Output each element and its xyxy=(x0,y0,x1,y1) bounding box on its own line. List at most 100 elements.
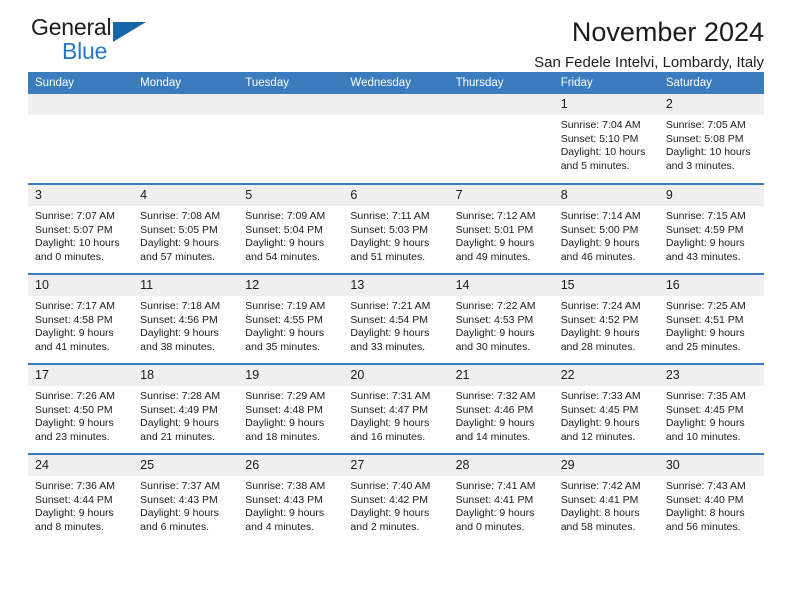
day-details: Sunrise: 7:36 AM Sunset: 4:44 PM Daylight:… xyxy=(28,476,133,534)
calendar-day-cell[interactable]: 14 Sunrise: 7:22 AM Sunset: 4:53 PM Dayligh… xyxy=(448,273,554,364)
logo-secondary-text: Blue xyxy=(62,38,108,64)
calendar-day-cell[interactable]: 20 Sunrise: 7:31 AM Sunset: 4:47 PM Dayligh… xyxy=(343,363,449,454)
sunset-text: Sunset: 4:41 PM xyxy=(560,493,639,506)
calendar-day-cell[interactable]: 19 Sunrise: 7:29 AM Sunset: 4:48 PM Dayligh… xyxy=(238,363,344,454)
sunrise-text: Sunrise: 7:38 AM xyxy=(245,480,326,492)
day-details: Sunrise: 7:24 AM Sunset: 4:52 PM Daylight:… xyxy=(554,296,659,354)
sunset-text: Sunset: 4:47 PM xyxy=(350,403,429,416)
sunrise-text: Sunrise: 7:25 AM xyxy=(665,300,746,312)
sunset-text: Sunset: 4:51 PM xyxy=(665,313,744,326)
daylight-text: Daylight: 9 hours and 21 minutes. xyxy=(140,417,219,443)
calendar-day-cell[interactable]: 7 Sunrise: 7:12 AM Sunset: 5:01 PM Daylight… xyxy=(448,183,554,274)
calendar-day-cell[interactable]: 23 Sunrise: 7:35 AM Sunset: 4:45 PM Dayligh… xyxy=(658,363,764,454)
day-details: Sunrise: 7:19 AM Sunset: 4:55 PM Daylight:… xyxy=(238,296,343,354)
calendar-cell-empty xyxy=(238,94,344,184)
day-number: 6 xyxy=(343,185,449,206)
sunrise-text: Sunrise: 7:24 AM xyxy=(560,300,641,312)
day-number: 27 xyxy=(343,455,449,476)
calendar-week-row: 3 Sunrise: 7:07 AM Sunset: 5:07 PM Daylight… xyxy=(28,183,764,274)
daylight-text: Daylight: 9 hours and 4 minutes. xyxy=(245,507,325,533)
daylight-text: Daylight: 9 hours and 43 minutes. xyxy=(665,237,745,263)
calendar-day-cell[interactable]: 15 Sunrise: 7:24 AM Sunset: 4:52 PM Dayligh… xyxy=(553,273,659,364)
calendar-day-cell[interactable]: 22 Sunrise: 7:33 AM Sunset: 4:45 PM Dayligh… xyxy=(553,363,659,454)
day-details: Sunrise: 7:17 AM Sunset: 4:58 PM Daylight:… xyxy=(28,296,133,354)
calendar-day-cell[interactable]: 2 Sunrise: 7:05 AM Sunset: 5:08 PM Daylight… xyxy=(658,94,764,184)
sunrise-text: Sunrise: 7:21 AM xyxy=(350,300,431,312)
day-details: Sunrise: 7:32 AM Sunset: 4:46 PM Daylight:… xyxy=(449,386,554,444)
day-number: 5 xyxy=(238,185,344,206)
day-details: Sunrise: 7:12 AM Sunset: 5:01 PM Daylight:… xyxy=(449,206,554,264)
calendar-day-cell[interactable]: 29 Sunrise: 7:42 AM Sunset: 4:41 PM Dayligh… xyxy=(553,453,659,544)
calendar-day-cell[interactable]: 5 Sunrise: 7:09 AM Sunset: 5:04 PM Daylight… xyxy=(238,183,344,274)
day-number: 14 xyxy=(448,275,554,296)
triangle-icon xyxy=(113,22,146,42)
daylight-text: Daylight: 9 hours and 57 minutes. xyxy=(140,237,219,263)
sunrise-text: Sunrise: 7:07 AM xyxy=(35,210,115,222)
calendar-day-cell[interactable]: 18 Sunrise: 7:28 AM Sunset: 4:49 PM Dayligh… xyxy=(133,363,239,454)
daylight-text: Daylight: 8 hours and 56 minutes. xyxy=(665,507,745,533)
day-details: Sunrise: 7:38 AM Sunset: 4:43 PM Daylight:… xyxy=(238,476,343,534)
calendar-day-cell[interactable]: 17 Sunrise: 7:26 AM Sunset: 4:50 PM Dayligh… xyxy=(28,363,134,454)
daylight-text: Daylight: 9 hours and 10 minutes. xyxy=(665,417,745,443)
day-number: 24 xyxy=(28,455,134,476)
calendar-day-cell[interactable]: 12 Sunrise: 7:19 AM Sunset: 4:55 PM Dayligh… xyxy=(238,273,344,364)
calendar-cell-empty xyxy=(133,94,239,184)
sunset-text: Sunset: 4:58 PM xyxy=(35,313,113,326)
calendar-day-cell[interactable]: 4 Sunrise: 7:08 AM Sunset: 5:05 PM Daylight… xyxy=(133,183,239,274)
calendar-day-cell[interactable]: 16 Sunrise: 7:25 AM Sunset: 4:51 PM Dayligh… xyxy=(658,273,764,364)
calendar-day-cell[interactable]: 10 Sunrise: 7:17 AM Sunset: 4:58 PM Dayligh… xyxy=(28,273,134,364)
page-header: General Blue November 2024 San Fedele In… xyxy=(28,0,764,72)
daylight-text: Daylight: 9 hours and 14 minutes. xyxy=(455,417,535,443)
sunrise-text: Sunrise: 7:35 AM xyxy=(665,390,746,402)
calendar-day-cell[interactable]: 8 Sunrise: 7:14 AM Sunset: 5:00 PM Daylight… xyxy=(553,183,659,274)
sunrise-text: Sunrise: 7:12 AM xyxy=(455,210,536,222)
daylight-text: Daylight: 9 hours and 41 minutes. xyxy=(35,327,114,353)
calendar-day-cell[interactable]: 27 Sunrise: 7:40 AM Sunset: 4:42 PM Dayligh… xyxy=(343,453,449,544)
calendar-cell-empty xyxy=(28,94,134,184)
sunrise-text: Sunrise: 7:04 AM xyxy=(560,119,641,131)
calendar-day-cell[interactable]: 30 Sunrise: 7:43 AM Sunset: 4:40 PM Dayligh… xyxy=(658,453,764,544)
day-number: 11 xyxy=(133,275,239,296)
calendar-day-cell[interactable]: 1 Sunrise: 7:04 AM Sunset: 5:10 PM Daylight… xyxy=(553,94,659,184)
day-details: Sunrise: 7:04 AM Sunset: 5:10 PM Daylight:… xyxy=(554,115,659,173)
sunset-text: Sunset: 4:54 PM xyxy=(350,313,429,326)
day-details: Sunrise: 7:18 AM Sunset: 4:56 PM Daylight:… xyxy=(133,296,238,354)
sunset-text: Sunset: 4:45 PM xyxy=(560,403,639,416)
calendar-day-cell[interactable]: 3 Sunrise: 7:07 AM Sunset: 5:07 PM Daylight… xyxy=(28,183,134,274)
calendar-day-cell[interactable]: 21 Sunrise: 7:32 AM Sunset: 4:46 PM Dayligh… xyxy=(448,363,554,454)
calendar-day-cell[interactable]: 26 Sunrise: 7:38 AM Sunset: 4:43 PM Dayligh… xyxy=(238,453,344,544)
day-number: 10 xyxy=(28,275,134,296)
sunrise-text: Sunrise: 7:11 AM xyxy=(350,210,430,222)
calendar-day-cell[interactable]: 25 Sunrise: 7:37 AM Sunset: 4:43 PM Dayligh… xyxy=(133,453,239,544)
day-details: Sunrise: 7:29 AM Sunset: 4:48 PM Daylight:… xyxy=(238,386,343,444)
day-number: 29 xyxy=(553,455,659,476)
sunrise-text: Sunrise: 7:22 AM xyxy=(455,300,536,312)
calendar-table: Sunday Monday Tuesday Wednesday Thursday… xyxy=(28,72,764,544)
calendar-day-cell[interactable]: 24 Sunrise: 7:36 AM Sunset: 4:44 PM Dayligh… xyxy=(28,453,134,544)
day-number: 18 xyxy=(133,365,239,386)
sunset-text: Sunset: 4:49 PM xyxy=(140,403,218,416)
daylight-text: Daylight: 9 hours and 2 minutes. xyxy=(350,507,430,533)
daylight-text: Daylight: 10 hours and 3 minutes. xyxy=(665,146,751,172)
calendar-day-cell[interactable]: 6 Sunrise: 7:11 AM Sunset: 5:03 PM Daylight… xyxy=(343,183,449,274)
calendar-day-cell[interactable]: 11 Sunrise: 7:18 AM Sunset: 4:56 PM Dayligh… xyxy=(133,273,239,364)
calendar-day-cell[interactable]: 13 Sunrise: 7:21 AM Sunset: 4:54 PM Dayligh… xyxy=(343,273,449,364)
sunset-text: Sunset: 4:40 PM xyxy=(665,493,744,506)
day-details: Sunrise: 7:22 AM Sunset: 4:53 PM Daylight:… xyxy=(449,296,554,354)
sunrise-text: Sunrise: 7:09 AM xyxy=(245,210,326,222)
sunset-text: Sunset: 4:46 PM xyxy=(455,403,534,416)
day-number: 25 xyxy=(133,455,239,476)
daylight-text: Daylight: 9 hours and 38 minutes. xyxy=(140,327,219,353)
calendar-body: 1 Sunrise: 7:04 AM Sunset: 5:10 PM Daylight… xyxy=(28,94,764,544)
daylight-text: Daylight: 9 hours and 33 minutes. xyxy=(350,327,430,353)
day-details: Sunrise: 7:05 AM Sunset: 5:08 PM Daylight:… xyxy=(659,115,764,173)
day-details: Sunrise: 7:40 AM Sunset: 4:42 PM Daylight:… xyxy=(343,476,448,534)
day-details: Sunrise: 7:09 AM Sunset: 5:04 PM Daylight:… xyxy=(238,206,343,264)
day-details: Sunrise: 7:33 AM Sunset: 4:45 PM Daylight:… xyxy=(554,386,659,444)
calendar-day-cell[interactable]: 9 Sunrise: 7:15 AM Sunset: 4:59 PM Daylight… xyxy=(658,183,764,274)
sunrise-text: Sunrise: 7:18 AM xyxy=(140,300,221,312)
calendar-day-cell[interactable]: 28 Sunrise: 7:41 AM Sunset: 4:41 PM Dayligh… xyxy=(448,453,554,544)
sunrise-text: Sunrise: 7:17 AM xyxy=(35,300,115,312)
brand-logo[interactable]: General Blue xyxy=(28,14,178,70)
sunrise-text: Sunrise: 7:31 AM xyxy=(350,390,431,402)
